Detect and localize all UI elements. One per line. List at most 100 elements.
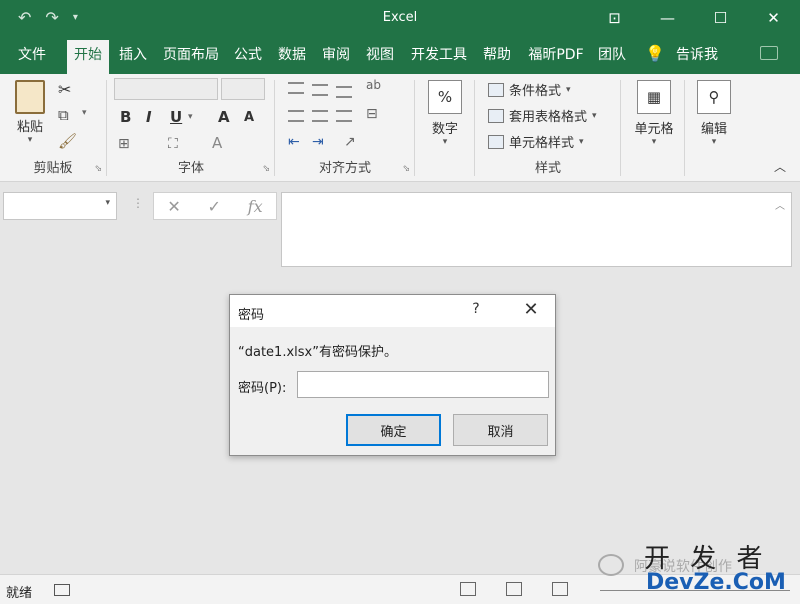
underline-button[interactable]: U <box>170 108 182 126</box>
window-controls: ⊡ — ☐ ✕ <box>588 0 800 36</box>
italic-button[interactable]: I <box>146 108 152 126</box>
percent-icon: % <box>428 80 462 114</box>
page-break-view-icon[interactable] <box>552 582 568 596</box>
tab-page-layout[interactable]: 页面布局 <box>160 36 222 74</box>
watermark-site: DevZe.CoM <box>646 570 786 595</box>
cells-button[interactable]: ▦ 单元格 ▾ <box>626 80 682 147</box>
name-box[interactable]: ▾ <box>3 192 117 220</box>
ok-button[interactable]: 确定 <box>346 414 441 446</box>
format-painter-icon[interactable]: 🖌 <box>58 132 77 150</box>
close-icon[interactable]: ✕ <box>747 0 800 36</box>
tab-file[interactable]: 文件 <box>10 36 54 74</box>
wrap-text-icon[interactable]: ab <box>366 78 381 92</box>
cancel-entry-icon[interactable]: ✕ <box>167 197 180 216</box>
styles-group: 条件格式 ▾ 套用表格格式 ▾ 单元格样式 ▾ 样式 <box>476 74 620 180</box>
enter-entry-icon[interactable]: ✓ <box>208 197 221 216</box>
tab-home[interactable]: 开始 <box>67 40 109 74</box>
cell-styles-button[interactable]: 单元格样式 ▾ <box>488 132 584 151</box>
chevron-down-icon[interactable]: ▾ <box>105 198 110 208</box>
dialog-launcher-icon[interactable]: ⬂ <box>94 164 102 174</box>
close-icon[interactable]: ✕ <box>520 299 542 320</box>
font-size-select[interactable] <box>221 78 265 100</box>
align-middle-icon[interactable] <box>312 84 328 96</box>
divider <box>684 80 685 176</box>
align-bottom-icon[interactable] <box>336 86 352 98</box>
formula-buttons: ✕ ✓ fx <box>153 192 277 220</box>
status-text: 就绪 <box>6 586 33 601</box>
conditional-format-icon <box>488 82 504 97</box>
page-layout-view-icon[interactable] <box>506 582 522 596</box>
font-group-label: 字体 <box>177 161 204 176</box>
copy-icon[interactable]: ⧉ <box>58 106 69 124</box>
cut-icon[interactable]: ✂ <box>58 80 71 99</box>
bold-button[interactable]: B <box>120 108 131 126</box>
merge-center-icon[interactable]: ⊟ <box>366 106 378 122</box>
underline-dropdown-icon[interactable]: ▾ <box>188 112 193 122</box>
tab-review[interactable]: 审阅 <box>318 36 354 74</box>
minimize-icon[interactable]: — <box>641 0 694 36</box>
copy-dropdown-icon[interactable]: ▾ <box>82 108 87 118</box>
collapse-ribbon-icon[interactable]: ︿ <box>774 158 786 175</box>
tab-insert[interactable]: 插入 <box>114 36 152 74</box>
maximize-icon[interactable]: ☐ <box>694 0 747 36</box>
macro-recording-icon[interactable] <box>54 584 70 596</box>
ribbon-display-icon[interactable]: ⊡ <box>588 0 641 36</box>
help-icon[interactable]: ? <box>466 301 486 317</box>
dialog-message: “date1.xlsx”有密码保护。 <box>238 345 397 360</box>
align-left-icon[interactable] <box>288 110 304 122</box>
tab-view[interactable]: 视图 <box>362 36 398 74</box>
divider <box>106 80 107 176</box>
formula-input[interactable]: ︿ <box>281 192 792 267</box>
font-color-button[interactable]: A <box>212 134 222 152</box>
cancel-button[interactable]: 取消 <box>453 414 548 446</box>
divider <box>274 80 275 176</box>
password-input[interactable] <box>297 371 549 398</box>
align-right-icon[interactable] <box>336 110 352 122</box>
normal-view-icon[interactable] <box>460 582 476 596</box>
tab-formulas[interactable]: 公式 <box>230 36 266 74</box>
increase-font-button[interactable]: A <box>218 108 230 126</box>
collapse-formula-bar-icon[interactable]: ︿ <box>775 197 785 212</box>
tab-developer[interactable]: 开发工具 <box>406 36 472 74</box>
number-format-button[interactable]: % 数字 ▾ <box>422 80 468 147</box>
tell-me-search[interactable]: 告诉我 <box>668 36 726 74</box>
formula-bar-handle-icon[interactable]: ⋮ <box>132 196 144 210</box>
decrease-indent-icon[interactable]: ⇤ <box>288 134 300 150</box>
clipboard-group-label: 剪贴板 <box>33 161 73 176</box>
insert-function-icon[interactable]: fx <box>248 197 263 216</box>
paste-button[interactable]: 粘贴 ▾ <box>10 80 50 145</box>
conditional-format-button[interactable]: 条件格式 ▾ <box>488 80 571 99</box>
font-name-select[interactable] <box>114 78 218 100</box>
number-group: % 数字 ▾ <box>416 74 474 180</box>
alignment-group-label: 对齐方式 <box>318 161 371 176</box>
divider <box>474 80 475 176</box>
align-top-icon[interactable] <box>288 82 304 94</box>
tab-help[interactable]: 帮助 <box>478 36 516 74</box>
editing-button[interactable]: ⚲ 编辑 ▾ <box>690 80 738 147</box>
comments-icon[interactable] <box>760 46 778 60</box>
search-icon: ⚲ <box>697 80 731 114</box>
align-center-icon[interactable] <box>312 110 328 122</box>
cell-styles-icon <box>488 134 504 149</box>
dialog-launcher-icon[interactable]: ⬂ <box>262 164 270 174</box>
dialog-launcher-icon[interactable]: ⬂ <box>402 164 410 174</box>
clipboard-icon <box>15 80 45 114</box>
tab-team[interactable]: 团队 <box>594 36 630 74</box>
border-icon[interactable]: ⊞ <box>118 136 130 152</box>
increase-indent-icon[interactable]: ⇥ <box>312 134 324 150</box>
divider <box>414 80 415 176</box>
title-bar: ↶ ↷ ▾ Excel ⊡ — ☐ ✕ <box>0 0 800 36</box>
tab-data[interactable]: 数据 <box>274 36 310 74</box>
table-format-icon <box>488 108 504 123</box>
dialog-title-bar: 密码 <box>230 295 555 327</box>
tab-foxit-pdf[interactable]: 福昕PDF <box>522 36 590 74</box>
fill-color-icon[interactable]: ⛶ <box>168 136 178 152</box>
editing-group: ⚲ 编辑 ▾ <box>686 74 742 180</box>
orientation-icon[interactable]: ↗ <box>344 134 356 150</box>
ribbon: 粘贴 ▾ ✂ ⧉ ▾ 🖌 剪贴板 ⬂ B I U ▾ A A ⊞ ⛶ A 字体 … <box>0 74 800 182</box>
decrease-font-button[interactable]: A <box>244 110 254 125</box>
password-label: 密码(P): <box>238 381 287 396</box>
divider <box>620 80 621 176</box>
watermark: 阿豪说软件创作 开 发 者 DevZe.CoM <box>598 540 798 600</box>
format-as-table-button[interactable]: 套用表格格式 ▾ <box>488 106 597 125</box>
